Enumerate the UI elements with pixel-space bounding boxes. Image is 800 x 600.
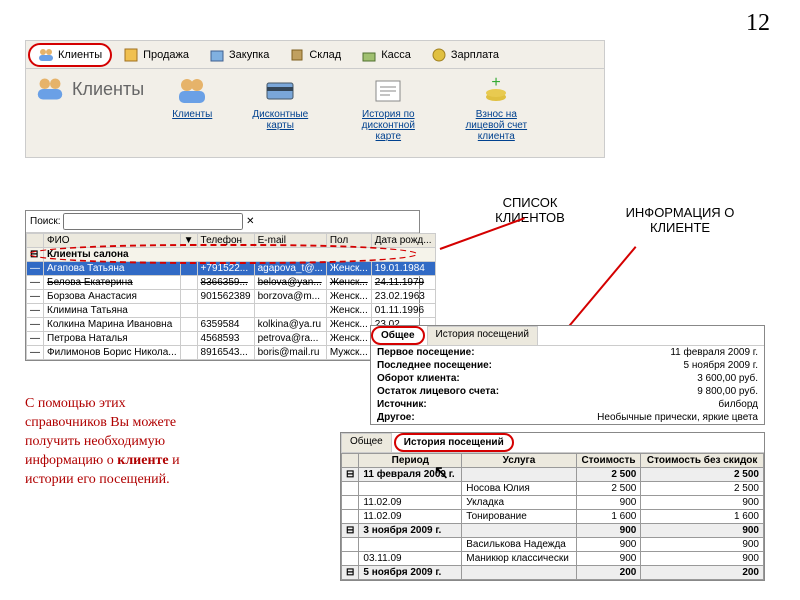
toolbar-salary-label: Зарплата xyxy=(451,49,499,61)
svg-text:+: + xyxy=(492,75,501,91)
table-row[interactable]: —Климина ТатьянаЖенск...01.11.1996 xyxy=(27,304,436,318)
table-row[interactable]: 11.02.09Тонирование1 6001 600 xyxy=(342,510,764,524)
col-period[interactable]: Период xyxy=(359,454,462,468)
ribbon-item-label: Взнос на лицевой счет клиента xyxy=(456,109,536,142)
history-table[interactable]: Период Услуга Стоимость Стоимость без ск… xyxy=(341,453,764,580)
col-email[interactable]: E-mail xyxy=(254,234,326,248)
search-label: Поиск: xyxy=(30,216,61,227)
ribbon-item-history[interactable]: История по дисконтной карте xyxy=(348,75,428,142)
col-service[interactable]: Услуга xyxy=(462,454,576,468)
col-fio[interactable]: ФИО xyxy=(44,234,181,248)
search-input[interactable] xyxy=(63,213,243,230)
annot-info: ИНФОРМАЦИЯ О КЛИЕНТЕ xyxy=(615,205,745,235)
table-row[interactable]: —Агапова Татьяна+791522...agapova_t@...Ж… xyxy=(27,262,436,276)
toolbar-purchase[interactable]: Закупка xyxy=(200,43,278,67)
table-row[interactable]: ⊟5 ноября 2009 г.200200 xyxy=(342,566,764,580)
info-row: Остаток лицевого счета:9 800,00 руб. xyxy=(371,385,764,398)
toolbar-salary[interactable]: Зарплата xyxy=(422,43,508,67)
search-bar: Поиск: ✕ xyxy=(26,211,419,233)
ribbon-title: Клиенты xyxy=(36,75,144,103)
tab-common[interactable]: Общее xyxy=(371,326,425,345)
toolbar-warehouse-label: Склад xyxy=(309,49,341,61)
toolbar-cash[interactable]: Касса xyxy=(352,43,420,67)
ribbon-title-label: Клиенты xyxy=(72,79,144,100)
tab-history[interactable]: История посещений xyxy=(394,433,514,452)
table-row[interactable]: ⊟3 ноября 2009 г.900900 xyxy=(342,524,764,538)
col-cost-nodisc[interactable]: Стоимость без скидок xyxy=(641,454,764,468)
table-row[interactable]: ⊟11 февраля 2009 г.2 5002 500 xyxy=(342,468,764,482)
info-row: Оборот клиента:3 600,00 руб. xyxy=(371,372,764,385)
warehouse-icon xyxy=(289,47,305,63)
client-info-window: Общее История посещений Первое посещение… xyxy=(370,325,765,425)
info-row: Первое посещение:11 февраля 2009 г. xyxy=(371,346,764,359)
cash-icon xyxy=(361,47,377,63)
toolbar-sale[interactable]: Продажа xyxy=(114,43,198,67)
ribbon-item-label: Клиенты xyxy=(172,109,212,120)
toolbar-purchase-label: Закупка xyxy=(229,49,269,61)
ribbon-item-label: История по дисконтной карте xyxy=(348,109,428,142)
info-row: Последнее посещение:5 ноября 2009 г. xyxy=(371,359,764,372)
col-cost[interactable]: Стоимость xyxy=(576,454,641,468)
info-row: Источник:билборд xyxy=(371,398,764,411)
ribbon: Клиенты Клиенты Дисконтные карты История… xyxy=(25,68,605,158)
table-row[interactable]: —Борзова Анастасия901562389borzova@m...Ж… xyxy=(27,290,436,304)
clear-icon[interactable]: ✕ xyxy=(246,216,254,227)
col-pol[interactable]: Пол xyxy=(326,234,371,248)
ribbon-item-discount[interactable]: Дисконтные карты xyxy=(240,75,320,131)
annot-line xyxy=(564,246,636,332)
card-icon xyxy=(264,75,296,107)
explanatory-text: С помощью этих справочников Вы можете по… xyxy=(25,395,205,489)
col-tel[interactable]: Телефон xyxy=(197,234,254,248)
toolbar-clients-label: Клиенты xyxy=(58,49,102,61)
toolbar-cash-label: Касса xyxy=(381,49,411,61)
tab-history[interactable]: История посещений xyxy=(427,326,538,345)
col-bd[interactable]: Дата рожд... xyxy=(371,234,435,248)
sidetext-bold: клиенте xyxy=(117,453,168,468)
info-tabs: Общее История посещений xyxy=(371,326,764,346)
annot-list: СПИСОК КЛИЕНТОВ xyxy=(470,195,590,225)
table-row[interactable]: Василькова Надежда900900 xyxy=(342,538,764,552)
toolbar-clients[interactable]: Клиенты xyxy=(28,43,112,67)
page-number: 12 xyxy=(746,10,770,37)
purchase-icon xyxy=(209,47,225,63)
salary-icon xyxy=(431,47,447,63)
sale-icon xyxy=(123,47,139,63)
ribbon-item-label: Дисконтные карты xyxy=(240,109,320,131)
table-row[interactable]: 03.11.09Маникюр классически900900 xyxy=(342,552,764,566)
client-list-window: Поиск: ✕ ФИО ▼ Телефон E-mail Пол Дата р… xyxy=(25,210,420,361)
visit-history-window: Общее История посещений Период Услуга Ст… xyxy=(340,432,765,581)
main-toolbar: Клиенты Продажа Закупка Склад Касса Зарп… xyxy=(25,40,605,70)
info-row: Другое:Необычные прически, яркие цвета xyxy=(371,411,764,424)
deposit-icon: + xyxy=(480,75,512,107)
hist-tabs: Общее История посещений xyxy=(341,433,764,453)
people-large-icon xyxy=(36,75,64,103)
tab-common[interactable]: Общее xyxy=(341,433,392,452)
table-row[interactable]: —Белова Екатерина8366359...belova@yan...… xyxy=(27,276,436,290)
ribbon-item-deposit[interactable]: + Взнос на лицевой счет клиента xyxy=(456,75,536,142)
toolbar-sale-label: Продажа xyxy=(143,49,189,61)
history-icon xyxy=(372,75,404,107)
ribbon-item-clients[interactable]: Клиенты xyxy=(172,75,212,120)
table-row[interactable]: Носова Юлия2 5002 500 xyxy=(342,482,764,496)
toolbar-warehouse[interactable]: Склад xyxy=(280,43,350,67)
table-row[interactable]: 11.02.09Укладка900900 xyxy=(342,496,764,510)
clients-icon xyxy=(176,75,208,107)
people-icon xyxy=(38,47,54,63)
